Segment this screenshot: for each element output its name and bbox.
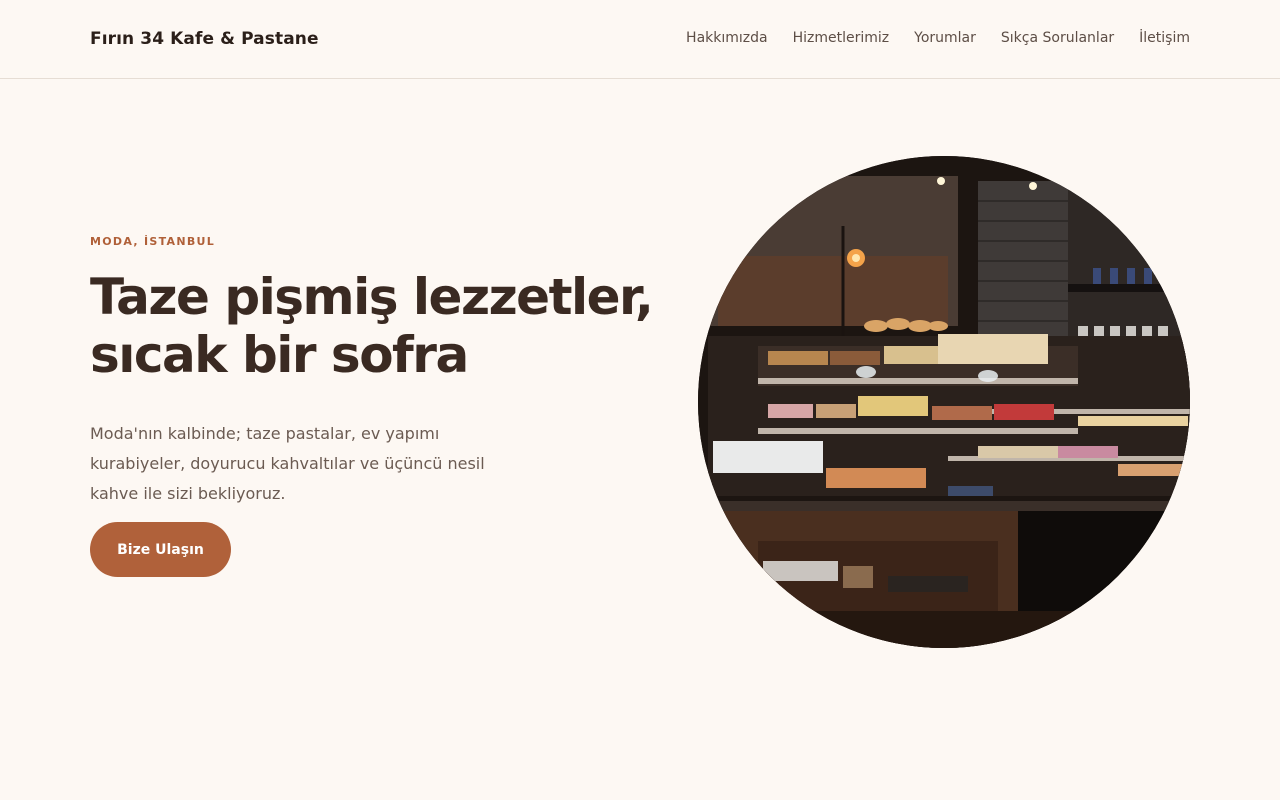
hero-title-line-1: Taze pişmiş lezzetler, xyxy=(90,268,654,326)
contact-cta-button[interactable]: Bize Ulaşın xyxy=(90,522,231,577)
nav-link-reviews[interactable]: Yorumlar xyxy=(914,30,976,46)
nav-link-about[interactable]: Hakkımızda xyxy=(686,30,768,46)
hero-location-eyebrow: MODA, İSTANBUL xyxy=(90,235,216,248)
brand-logo[interactable]: Fırın 34 Kafe & Pastane xyxy=(90,29,319,49)
bakery-photo-illustration xyxy=(698,156,1190,648)
hero-description: Moda'nın kalbinde; taze pastalar, ev yap… xyxy=(90,424,485,503)
nav-link-contact[interactable]: İletişim xyxy=(1139,30,1190,46)
nav-link-faq[interactable]: Sıkça Sorulanlar xyxy=(1001,30,1114,46)
nav-link-services[interactable]: Hizmetlerimiz xyxy=(793,30,890,46)
main-nav: Hakkımızda Hizmetlerimiz Yorumlar Sıkça … xyxy=(686,30,1190,46)
hero-title-line-2: sıcak bir sofra xyxy=(90,326,469,384)
site-header: Fırın 34 Kafe & Pastane Hakkımızda Hizme… xyxy=(0,0,1280,79)
bakery-interior-image xyxy=(698,156,1190,648)
hero-title: Taze pişmiş lezzetler, sıcak bir sofra xyxy=(90,268,654,384)
